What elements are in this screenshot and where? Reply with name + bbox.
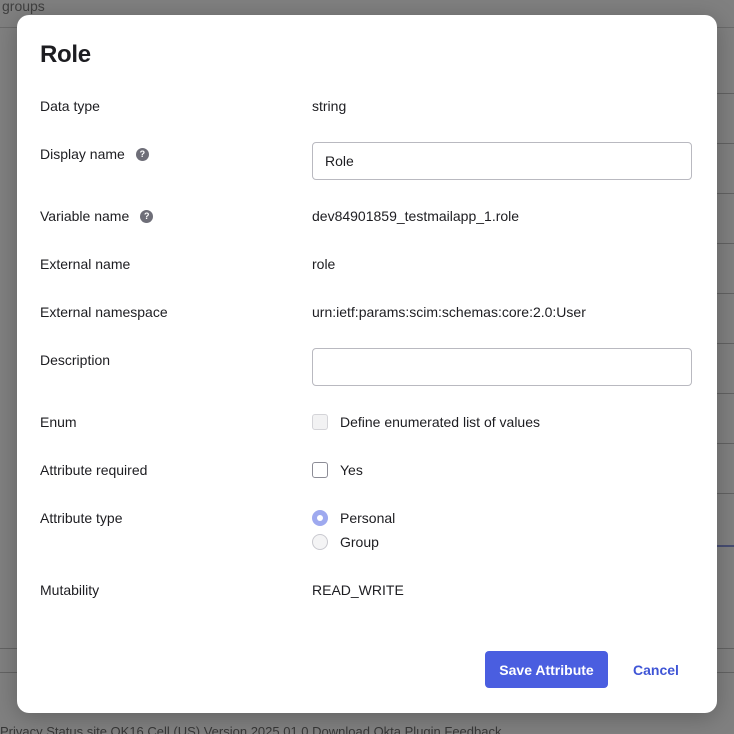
variable-name-label-text: Variable name [40, 208, 130, 224]
enum-checkbox[interactable] [312, 414, 328, 430]
attribute-required-label-text: Attribute required [40, 462, 148, 478]
mutability-label-text: Mutability [40, 582, 100, 598]
external-name-label-text: External name [40, 256, 131, 272]
mutability-value: READ_WRITE [312, 582, 404, 598]
attribute-type-label-text: Attribute type [40, 510, 123, 526]
enum-checkbox-label: Define enumerated list of values [340, 414, 540, 430]
attribute-required-checkbox[interactable] [312, 462, 328, 478]
display-name-input[interactable] [312, 142, 692, 180]
description-input[interactable] [312, 348, 692, 386]
help-icon[interactable]: ? [140, 209, 154, 223]
enum-label: Enum [40, 413, 77, 431]
variable-name-value: dev84901859_testmailapp_1.role [312, 208, 520, 224]
mutability-label: Mutability [40, 581, 99, 599]
data-type-value: string [312, 98, 347, 114]
attribute-required-label: Attribute required [40, 461, 147, 479]
external-namespace-label: External namespace [40, 303, 168, 321]
external-name-label: External name [40, 255, 130, 273]
external-namespace-label-text: External namespace [40, 304, 168, 320]
save-attribute-button[interactable]: Save Attribute [485, 651, 608, 688]
modal-title: Role [40, 41, 91, 68]
attribute-modal: Role Data type string Display name ? Var… [17, 15, 717, 713]
display-name-label-text: Display name [40, 146, 125, 162]
attribute-type-group-label: Group [340, 534, 379, 550]
attribute-type-personal-label: Personal [340, 510, 396, 526]
external-namespace-value: urn:ietf:params:scim:schemas:core:2.0:Us… [312, 304, 586, 320]
description-label-text: Description [40, 352, 111, 368]
display-name-label: Display name ? [40, 145, 149, 163]
attribute-type-group-radio[interactable] [312, 534, 328, 550]
help-icon[interactable]: ? [135, 147, 149, 161]
data-type-label-text: Data type [40, 98, 100, 114]
attribute-type-label: Attribute type [40, 509, 123, 527]
variable-name-label: Variable name ? [40, 207, 154, 225]
attribute-type-personal-radio[interactable] [312, 510, 328, 526]
description-label: Description [40, 351, 110, 369]
attribute-required-checkbox-label: Yes [340, 462, 363, 478]
external-name-value: role [312, 256, 336, 272]
cancel-button[interactable]: Cancel [625, 651, 687, 688]
data-type-label: Data type [40, 97, 100, 115]
enum-label-text: Enum [40, 414, 77, 430]
